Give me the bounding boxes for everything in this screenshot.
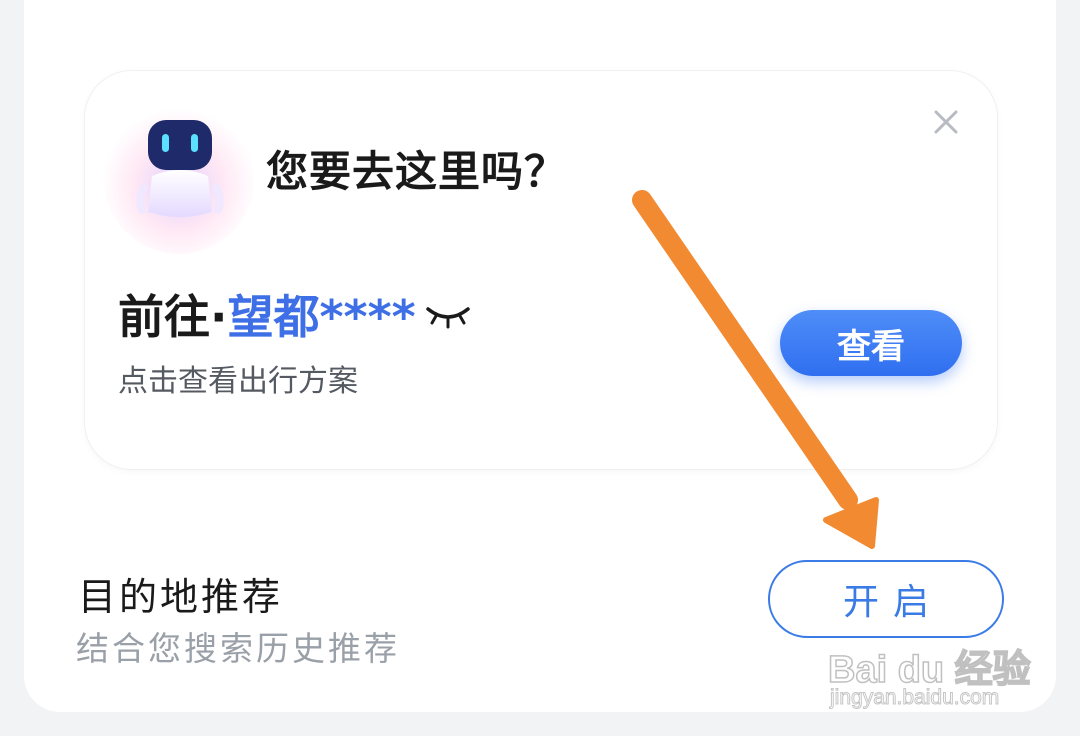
destination-prefix: 前往· bbox=[118, 290, 228, 344]
close-icon[interactable] bbox=[928, 104, 964, 140]
destination-line: 前往· 望都**** bbox=[118, 284, 472, 344]
closed-eye-icon[interactable] bbox=[424, 299, 472, 329]
view-button[interactable]: 查看 bbox=[780, 310, 962, 376]
destination-subtitle: 点击查看出行方案 bbox=[118, 364, 358, 399]
enable-button[interactable]: 开启 bbox=[768, 560, 1004, 638]
screen: 您要去这里吗？ 前往· 望都**** 点击查看出行方案 查看 目的地推荐 结合您… bbox=[0, 0, 1080, 736]
suggestion-question: 您要去这里吗？ bbox=[266, 147, 568, 196]
destination-recommend-subtitle: 结合您搜索历史推荐 bbox=[76, 629, 400, 668]
robot-assistant-icon bbox=[136, 120, 224, 217]
destination-recommend-title: 目的地推荐 bbox=[78, 575, 284, 619]
destination-name: 望都**** bbox=[227, 290, 416, 344]
